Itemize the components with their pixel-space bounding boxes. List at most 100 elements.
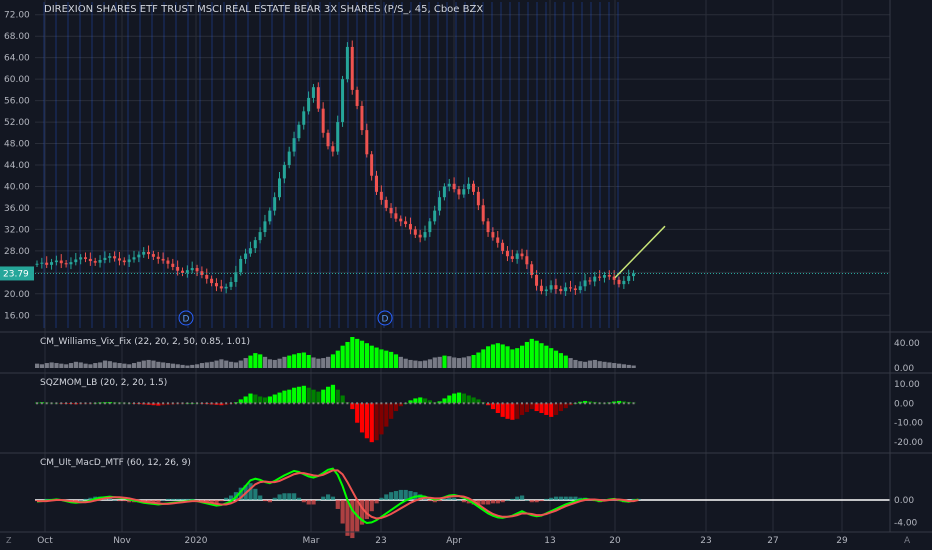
sqz-dot [94,402,97,405]
vix-bar [597,361,602,368]
sqz-dot [55,402,58,405]
vix-bar [398,356,403,368]
macd-hist-bar [258,495,263,500]
macd-hist-bar [481,500,486,505]
sqz-dot [588,402,591,405]
sqz-bar [326,386,331,404]
candle-body [438,197,442,211]
sqz-dot [74,402,77,405]
vix-bar [199,363,205,368]
vix-bar [355,338,360,368]
vix-bar [330,354,336,368]
sqz-bar [267,396,272,404]
sqz-bar [277,392,282,404]
sqz-dot [123,402,126,405]
sqz-bar [306,387,311,404]
time-tick-label: 20 [609,536,621,546]
candle-body [171,263,175,267]
macd-hist-bar [277,494,282,500]
vix-bar [476,352,481,368]
vix-bar [238,360,243,368]
sqz-bar [505,403,510,419]
macd-hist-bar [272,497,277,500]
macd-hist-bar [321,496,326,500]
macd-hist-bar [296,497,302,500]
chart-title: DIREXION SHARES ETF TRUST MSCI REAL ESTA… [44,4,484,15]
vix-bar [578,361,583,368]
sqz-dot [550,402,553,405]
vix-bar [374,347,379,368]
vix-bar [529,338,534,368]
sqz-dot [521,402,523,405]
vix-bar [607,362,612,368]
vix-bar [204,362,209,368]
indicator-tick-label: 0.00 [894,399,914,409]
candle-body [263,221,267,233]
candle-body [360,105,364,131]
vix-bar [180,364,185,368]
vix-bar [267,359,272,368]
macd-hist-bar [549,497,554,500]
auto-scale-icon: A [904,536,911,546]
chart-canvas[interactable]: 16.00 20.00 28.00 32.00 36.00 40.00 44.00 48.00… [0,0,932,550]
sqz-dot [89,402,92,405]
candle-body [564,287,568,292]
sqz-bar [534,403,539,412]
macd-hist-bar [122,500,127,502]
last-price-label: 23.79 [3,269,29,279]
candle-body [185,270,189,273]
candle-body [622,280,626,285]
macd-hist-bar [330,496,336,500]
macd-hist-bar [524,500,530,501]
candle-body [244,253,248,259]
candle-body [379,191,383,200]
sqz-dot [133,402,135,405]
vix-bar [326,356,331,368]
sqz-dot [220,402,223,405]
vix-bar [413,360,418,368]
candle-body [515,253,519,259]
price-tick-label: 72.00 [4,11,30,21]
macd-hist-bar [563,496,568,500]
vix-bar [132,363,137,368]
time-tick-label: Nov [113,536,131,546]
sqz-dot [346,402,349,405]
macd-hist-bar [505,500,510,501]
candle-body [588,280,592,282]
sqz-dot [360,402,363,405]
sqz-bar [456,392,462,404]
sqz-dot [399,402,402,405]
candle-body [278,178,281,198]
sqz-dot [370,402,373,405]
sqz-dot [593,402,596,405]
sqz-bar [510,403,515,420]
vix-bar [282,356,287,368]
sqz-dot [293,402,296,405]
vix-bar [54,363,59,368]
vix-bar [617,363,622,368]
time-tick-label: 13 [544,536,555,546]
vix-bar [39,364,45,368]
sqz-dot [365,402,368,405]
macd-hist-bar [267,500,272,503]
candle-body [413,229,417,235]
macd-hist-bar [495,500,500,504]
macd-hist-bar [456,500,462,501]
candle-body [607,275,611,277]
candle-body [525,256,529,265]
sqz-dot [166,402,169,405]
macd-hist-bar [78,500,83,501]
sqz-bar [287,389,292,404]
vix-bar [549,348,554,368]
vix-bar [292,354,297,368]
sqz-bar [272,394,277,404]
macd-hist-bar [379,497,384,500]
vix-bar [209,361,214,368]
sqz-dot [559,402,562,405]
sqz-dot [327,402,329,405]
sqz-dot [113,402,116,405]
sqz-dot [535,402,538,405]
candle-body [98,259,102,263]
sqz-dot [598,402,601,405]
candle-body [394,213,398,219]
